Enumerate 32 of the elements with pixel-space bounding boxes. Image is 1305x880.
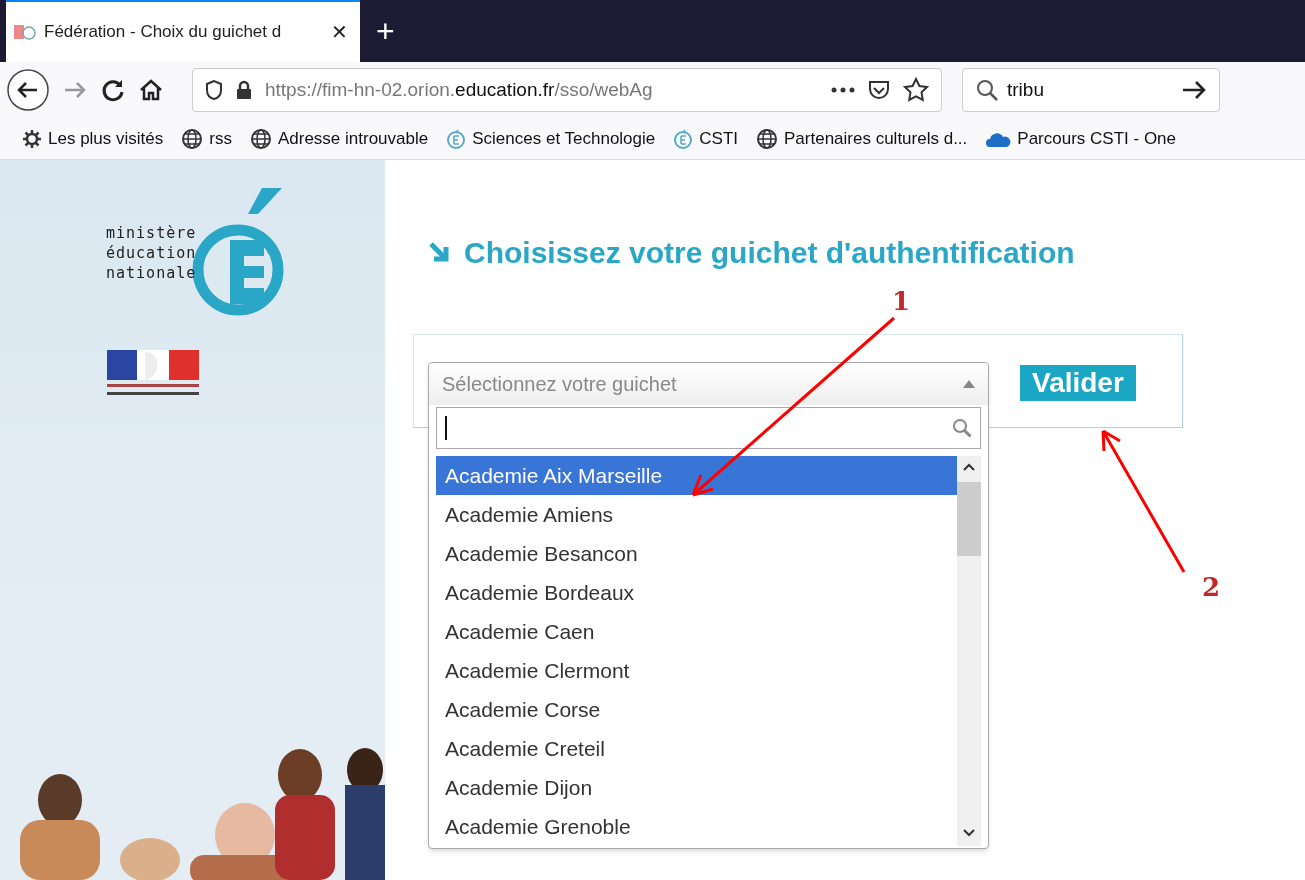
search-value: tribu [1007, 77, 1045, 102]
bookmark-link[interactable]: Partenaires culturels d... [784, 125, 968, 152]
annotation-number: 2 [1202, 571, 1221, 604]
browser-tab[interactable]: Fédération - Choix du guichet d ✕ [6, 0, 360, 62]
logo-text: éducation [106, 243, 197, 263]
option-item[interactable]: Academie Grenoble [436, 807, 957, 846]
bookmark-link[interactable]: Sciences et Technologie [472, 125, 656, 152]
tab-title: Fédération - Choix du guichet d [44, 21, 283, 44]
option-item[interactable]: Academie Amiens [436, 495, 957, 534]
option-item[interactable]: Academie Corse [436, 690, 957, 729]
close-button[interactable]: ✕ [327, 17, 352, 47]
bookmark-link[interactable]: Les plus visités [48, 125, 164, 152]
bookmark-link[interactable]: rss [209, 125, 232, 152]
option-item[interactable]: Academie Besancon [436, 534, 957, 573]
dropdown[interactable]: Sélectionnez votre guichet Academie Aix Marseille Academie Amiens Academie Besancon Academie Bordeaux Academie Caen Academie Clermont Academie Corse Academie Creteil Academie Dijon Academie Grenoble [428, 362, 989, 849]
logo-text: ministère [106, 223, 197, 243]
option-item[interactable]: Academie Creteil [436, 729, 957, 768]
address-bar[interactable]: https://fim-hn-02.orion.education.fr/sso/webAg [192, 68, 942, 112]
search-field[interactable]: tribu [962, 68, 1220, 112]
option-item[interactable]: Academie Aix Marseille [436, 456, 957, 495]
url-text: https://fim-hn-02.orion.education.fr/sso/webAg [265, 77, 654, 102]
option-item[interactable]: Academie Bordeaux [436, 573, 957, 612]
bookmark-link[interactable]: Parcours CSTI - One [1017, 125, 1177, 152]
select-placeholder: Sélectionnez votre guichet [442, 372, 678, 397]
bookmark-link[interactable]: Adresse introuvable [277, 125, 429, 152]
page-heading: Choisissez votre guichet d'authentification [464, 235, 1075, 271]
option-item[interactable]: Academie Dijon [436, 768, 957, 807]
annotation-number: 1 [892, 285, 911, 318]
option-item[interactable]: Academie Clermont [436, 651, 957, 690]
bookmark-link[interactable]: CSTI [699, 125, 738, 152]
option-item[interactable]: Academie Caen [436, 612, 957, 651]
new-tab-button[interactable]: + [360, 0, 411, 62]
